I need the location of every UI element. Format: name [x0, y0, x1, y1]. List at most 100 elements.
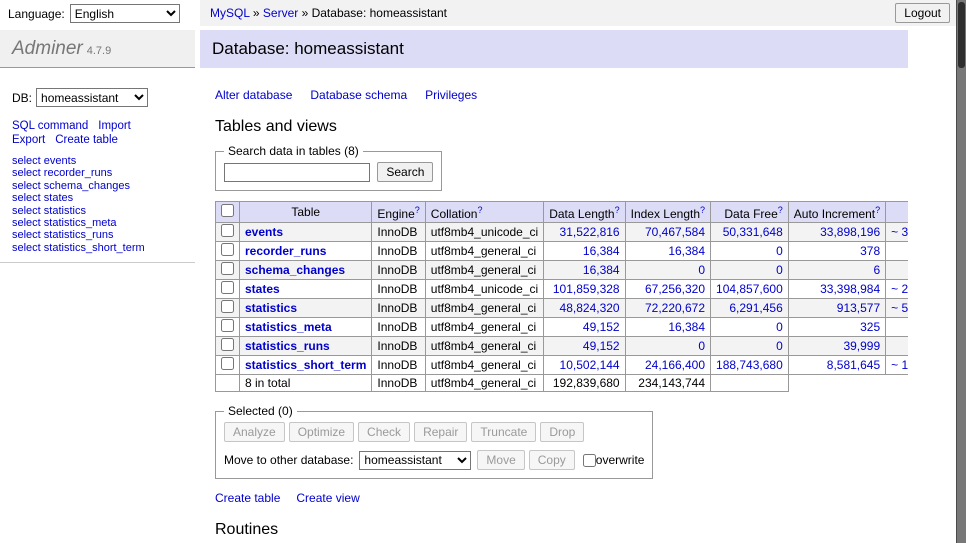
table-name-cell: statistics_runs: [240, 337, 372, 356]
rows-link[interactable]: ~ 569,159: [891, 301, 908, 315]
row-checkbox[interactable]: [221, 262, 234, 275]
row-checkbox[interactable]: [221, 357, 234, 370]
db-select[interactable]: homeassistant: [36, 88, 148, 107]
sidebar-link-create-table[interactable]: Create table: [55, 134, 118, 146]
index-length-link[interactable]: 72,220,672: [645, 301, 705, 315]
sidebar-select-statistics-runs[interactable]: select statistics_runs: [12, 229, 183, 241]
drop-button[interactable]: Drop: [540, 422, 584, 442]
action-privileges[interactable]: Privileges: [425, 88, 477, 102]
index-length-link[interactable]: 0: [698, 263, 705, 277]
column-help-link[interactable]: ?: [875, 207, 880, 221]
tables-heading: Tables and views: [215, 118, 908, 136]
sidebar-link-sql-command[interactable]: SQL command: [12, 120, 88, 132]
move-db-select[interactable]: homeassistant: [359, 451, 471, 470]
search-button[interactable]: Search: [377, 162, 433, 182]
language-select[interactable]: English: [70, 4, 180, 23]
column-help-link[interactable]: ?: [477, 207, 482, 221]
auto-increment-link[interactable]: 913,577: [837, 301, 880, 315]
table-name-link[interactable]: recorder_runs: [245, 244, 326, 258]
column-help-link[interactable]: ?: [778, 207, 783, 221]
rows-link[interactable]: ~ 299,833: [891, 282, 908, 296]
data-length-link[interactable]: 16,384: [583, 244, 620, 258]
row-checkbox[interactable]: [221, 224, 234, 237]
check-button[interactable]: Check: [358, 422, 410, 442]
table-name-link[interactable]: states: [245, 282, 280, 296]
auto-increment-link[interactable]: 33,398,984: [820, 282, 880, 296]
sidebar-select-statistics-short-term[interactable]: select statistics_short_term: [12, 242, 183, 254]
data-length-link[interactable]: 16,384: [583, 263, 620, 277]
sidebar-select-states[interactable]: select states: [12, 192, 183, 204]
data-free-link[interactable]: 104,857,600: [716, 282, 783, 296]
sidebar-select-statistics-meta[interactable]: select statistics_meta: [12, 217, 183, 229]
data-free-link[interactable]: 0: [776, 244, 783, 258]
select-all-checkbox[interactable]: [221, 204, 234, 217]
auto-increment-link[interactable]: 378: [860, 244, 880, 258]
breadcrumb-link-server[interactable]: Server: [263, 6, 298, 20]
overwrite-checkbox[interactable]: [583, 454, 596, 467]
optimize-button[interactable]: Optimize: [289, 422, 354, 442]
table-name-link[interactable]: events: [245, 225, 283, 239]
data-length-link[interactable]: 48,824,320: [560, 301, 620, 315]
data-free-link[interactable]: 6,291,456: [729, 301, 782, 315]
row-checkbox[interactable]: [221, 338, 234, 351]
rows-link[interactable]: ~ 312,180: [891, 225, 908, 239]
rows-cell: ~ 312,180: [886, 223, 908, 242]
sidebar-select-statistics[interactable]: select statistics: [12, 205, 183, 217]
row-checkbox[interactable]: [221, 319, 234, 332]
sidebar-select-events[interactable]: select events: [12, 155, 183, 167]
data-free-link[interactable]: 0: [776, 263, 783, 277]
copy-button[interactable]: Copy: [529, 450, 575, 470]
table-name-link[interactable]: statistics_runs: [245, 339, 330, 353]
auto-increment-link[interactable]: 39,999: [843, 339, 880, 353]
data-length-link[interactable]: 31,522,816: [560, 225, 620, 239]
table-name-link[interactable]: schema_changes: [245, 263, 345, 277]
logout-button[interactable]: Logout: [895, 3, 950, 23]
auto-increment-link[interactable]: 33,898,196: [820, 225, 880, 239]
data-free-link[interactable]: 188,743,680: [716, 358, 783, 372]
create-table-link[interactable]: Create table: [215, 491, 280, 505]
action-alter-database[interactable]: Alter database: [215, 88, 292, 102]
index-length-link[interactable]: 16,384: [668, 244, 705, 258]
row-checkbox[interactable]: [221, 243, 234, 256]
data-free-link[interactable]: 0: [776, 339, 783, 353]
index-length-link[interactable]: 70,467,584: [645, 225, 705, 239]
create-view-link[interactable]: Create view: [296, 491, 359, 505]
move-button[interactable]: Move: [477, 450, 524, 470]
analyze-button[interactable]: Analyze: [224, 422, 285, 442]
index-length-link[interactable]: 67,256,320: [645, 282, 705, 296]
scrollbar-thumb[interactable]: [958, 2, 965, 68]
auto-increment-link[interactable]: 6: [873, 263, 880, 277]
data-length-link[interactable]: 10,502,144: [560, 358, 620, 372]
column-help-link[interactable]: ?: [415, 207, 420, 221]
auto-increment-cell: 6: [788, 261, 885, 280]
scrollbar[interactable]: [956, 0, 966, 543]
sidebar-select-schema-changes[interactable]: select schema_changes: [12, 180, 183, 192]
column-help-link[interactable]: ?: [700, 207, 705, 221]
row-select-cell: [216, 280, 240, 299]
sidebar-link-export[interactable]: Export: [12, 134, 45, 146]
data-length-link[interactable]: 49,152: [583, 320, 620, 334]
action-database-schema[interactable]: Database schema: [310, 88, 407, 102]
table-name-link[interactable]: statistics_meta: [245, 320, 332, 334]
data-length-link[interactable]: 49,152: [583, 339, 620, 353]
data-free-link[interactable]: 50,331,648: [723, 225, 783, 239]
row-checkbox[interactable]: [221, 300, 234, 313]
truncate-button[interactable]: Truncate: [471, 422, 536, 442]
index-length-link[interactable]: 24,166,400: [645, 358, 705, 372]
table-name-link[interactable]: statistics_short_term: [245, 358, 366, 372]
sidebar-link-import[interactable]: Import: [98, 120, 131, 132]
index-length-link[interactable]: 16,384: [668, 320, 705, 334]
search-input[interactable]: [224, 163, 370, 182]
row-checkbox[interactable]: [221, 281, 234, 294]
repair-button[interactable]: Repair: [414, 422, 467, 442]
column-help-link[interactable]: ?: [615, 207, 620, 221]
rows-link[interactable]: ~ 136,108: [891, 358, 908, 372]
sidebar-select-recorder-runs[interactable]: select recorder_runs: [12, 167, 183, 179]
data-length-link[interactable]: 101,859,328: [553, 282, 620, 296]
auto-increment-link[interactable]: 8,581,645: [827, 358, 880, 372]
table-name-link[interactable]: statistics: [245, 301, 297, 315]
breadcrumb-link-mysql[interactable]: MySQL: [210, 6, 250, 20]
index-length-link[interactable]: 0: [698, 339, 705, 353]
auto-increment-link[interactable]: 325: [860, 320, 880, 334]
data-free-link[interactable]: 0: [776, 320, 783, 334]
